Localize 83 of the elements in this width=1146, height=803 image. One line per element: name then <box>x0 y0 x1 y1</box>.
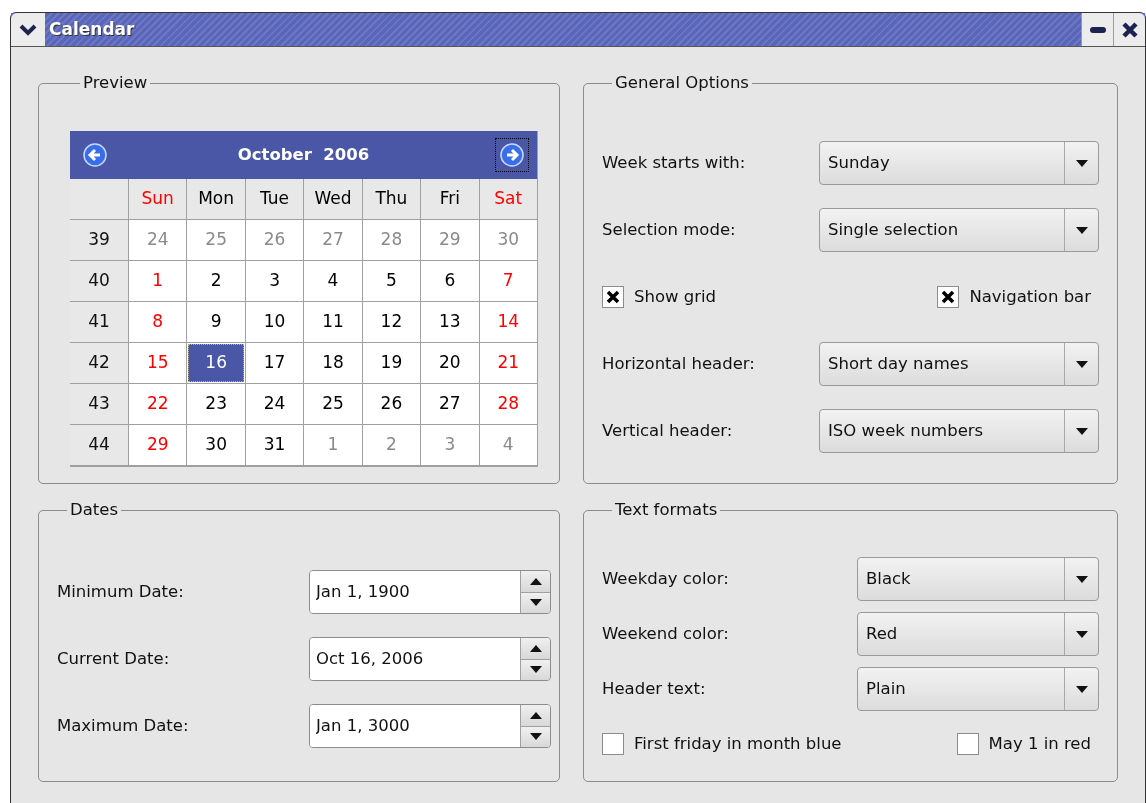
day-cell[interactable]: 31 <box>246 426 303 464</box>
day-cell[interactable]: 26 <box>363 385 420 423</box>
dropdown[interactable]: Black <box>857 557 1099 601</box>
next-month-button[interactable] <box>495 138 529 172</box>
group-title: General Options <box>614 73 750 93</box>
caret-icon <box>1075 427 1088 435</box>
checkbox[interactable] <box>602 733 624 755</box>
day-cell[interactable]: 20 <box>422 344 478 382</box>
day-cell[interactable]: 5 <box>363 262 420 300</box>
field-label: Week starts with: <box>602 151 746 174</box>
dropdown[interactable]: Red <box>857 612 1099 656</box>
checkbox[interactable] <box>602 286 624 308</box>
day-cell[interactable]: 8 <box>130 303 186 341</box>
day-cell[interactable]: 4 <box>480 426 536 464</box>
day-cell[interactable]: 24 <box>130 221 186 259</box>
caret-icon <box>1075 575 1088 583</box>
caret-icon <box>1075 226 1088 234</box>
minimize-button[interactable] <box>1081 13 1113 46</box>
caret-icon <box>1075 685 1088 693</box>
dropdown[interactable]: Plain <box>857 667 1099 711</box>
day-cell[interactable]: 25 <box>305 385 361 423</box>
day-cell[interactable]: 16 <box>188 344 244 382</box>
day-cell[interactable]: 28 <box>480 385 536 423</box>
field-label: Maximum Date: <box>57 714 189 737</box>
field-label: Horizontal header: <box>602 352 755 375</box>
dropdown[interactable]: Sunday <box>819 141 1099 185</box>
field-label: Weekday color: <box>602 567 729 590</box>
day-cell[interactable]: 4 <box>305 262 361 300</box>
day-cell[interactable]: 9 <box>188 303 244 341</box>
checkbox-label: May 1 in red <box>988 732 1091 755</box>
caret-icon <box>1075 159 1088 167</box>
day-cell[interactable]: 26 <box>246 221 303 259</box>
caret-icon <box>1075 630 1088 638</box>
day-cell[interactable]: 2 <box>188 262 244 300</box>
field-label: Vertical header: <box>602 419 733 442</box>
checkbox-label: Navigation bar <box>969 285 1091 308</box>
checkbox-label: Show grid <box>634 285 717 308</box>
close-icon <box>1120 20 1139 39</box>
day-cell[interactable]: 30 <box>188 426 244 464</box>
field-label: Minimum Date: <box>57 580 184 603</box>
checkbox[interactable] <box>937 286 960 308</box>
day-cell[interactable]: 7 <box>480 262 536 300</box>
checkbox-label: First friday in month blue <box>634 732 842 755</box>
day-cell[interactable]: 29 <box>130 426 186 464</box>
day-cell[interactable]: 13 <box>422 303 478 341</box>
dropdown[interactable]: Short day names <box>819 342 1099 386</box>
day-cell[interactable]: 15 <box>130 344 186 382</box>
group-title: Preview <box>82 73 149 93</box>
day-cell[interactable]: 17 <box>246 344 303 382</box>
day-cell[interactable]: 10 <box>246 303 303 341</box>
day-cell[interactable]: 22 <box>130 385 186 423</box>
day-cell[interactable]: 3 <box>422 426 478 464</box>
field-label: Selection mode: <box>602 218 736 241</box>
day-cell[interactable]: 23 <box>188 385 244 423</box>
day-cell[interactable]: 2 <box>363 426 420 464</box>
day-cell[interactable]: 11 <box>305 303 361 341</box>
group-title: Dates <box>69 500 120 520</box>
caret-icon <box>1075 360 1088 368</box>
month-title: October 2006 <box>237 143 370 166</box>
day-cell[interactable]: 27 <box>422 385 478 423</box>
window-title: Calendar <box>48 17 136 41</box>
day-cell[interactable]: 24 <box>246 385 303 423</box>
day-cell[interactable]: 19 <box>363 344 420 382</box>
checkbox[interactable] <box>956 733 979 755</box>
day-cell[interactable]: 1 <box>130 262 186 300</box>
day-cell[interactable]: 21 <box>480 344 536 382</box>
day-cell[interactable]: 12 <box>363 303 420 341</box>
group-title: Text formats <box>614 500 719 520</box>
day-cell[interactable]: 30 <box>480 221 536 259</box>
dropdown[interactable]: Single selection <box>819 208 1099 252</box>
field-label: Weekend color: <box>602 622 729 645</box>
day-cell[interactable]: 14 <box>480 303 536 341</box>
close-button[interactable] <box>1113 13 1145 46</box>
dropdown[interactable]: ISO week numbers <box>819 409 1099 453</box>
field-label: Header text: <box>602 677 706 700</box>
day-cell[interactable]: 29 <box>422 221 478 259</box>
day-cell[interactable]: 6 <box>422 262 478 300</box>
field-label: Current Date: <box>57 647 170 670</box>
minimize-icon <box>1089 26 1106 33</box>
day-cell[interactable]: 3 <box>246 262 303 300</box>
chevron-down-icon <box>19 23 37 36</box>
window-menu-button[interactable] <box>11 13 45 46</box>
day-cell[interactable]: 18 <box>305 344 361 382</box>
